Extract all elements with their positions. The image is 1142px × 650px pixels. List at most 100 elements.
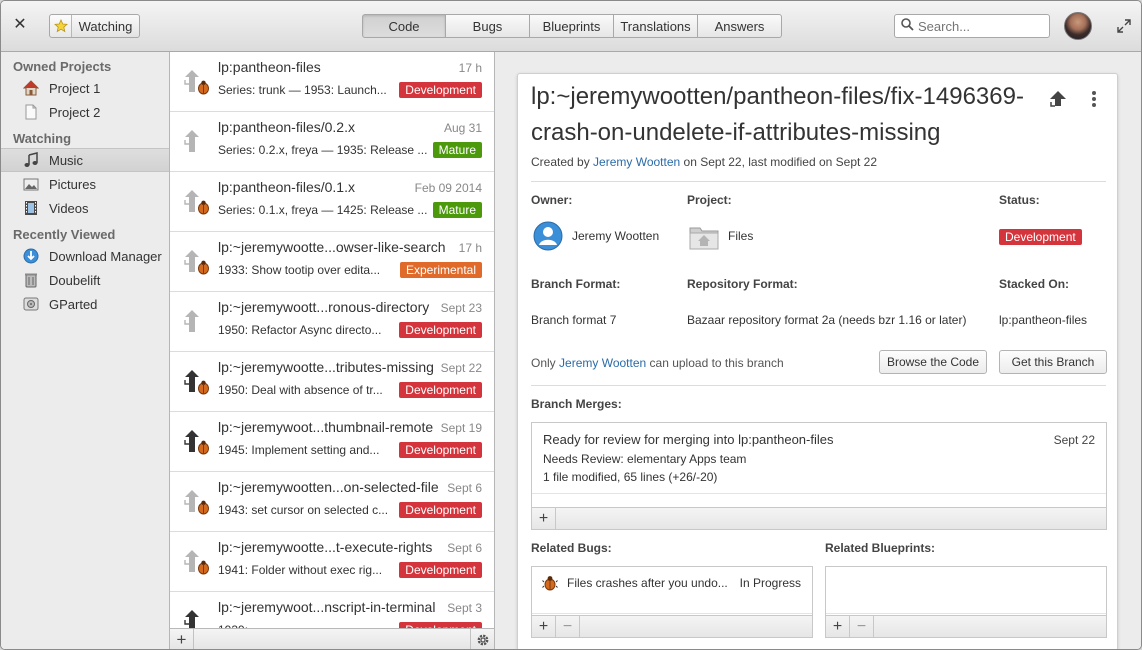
branch-row[interactable]: lp:pantheon-files 17 h Series: trunk — 195… [170,52,494,112]
add-bug-button[interactable]: + [532,616,556,637]
get-branch-button[interactable]: Get this Branch [999,350,1107,374]
sidebar-item-download-manager[interactable]: Download Manager [1,244,169,268]
user-icon [533,221,563,251]
branch-row[interactable]: lp:~jeremywootte...tributes-missing Sept … [170,352,494,412]
branch-summary: Series: 0.2.x, freya — 1935: Release ... [218,143,428,157]
search-field[interactable] [894,14,1050,38]
branch-icon [182,68,212,98]
bug-status: In Progress [739,576,801,590]
mode-switcher: Code Bugs Blueprints Translations Answer… [362,14,782,38]
add-blueprint-button[interactable]: + [826,616,850,637]
branch-summary: 1950: Deal with absence of tr... [218,383,383,397]
sidebar-item-label: GParted [49,296,98,312]
merge-stats: 1 file modified, 65 lines (+26/-20) [543,470,718,484]
header-bar: ✕ Watching Code Bugs Blueprints Translat… [1,1,1141,52]
created-dates: on Sept 22, last modified on Sept 22 [683,155,878,169]
music-icon [23,152,39,168]
branch-icon [182,488,212,518]
sidebar-item-project-1[interactable]: Project 1 [1,76,169,100]
branch-date: 17 h [458,61,482,75]
remove-blueprint-button[interactable]: − [850,616,874,637]
bug-title: Files crashes after you undo... [567,576,728,590]
related-blueprints-box: + − [825,566,1107,638]
branch-row[interactable]: lp:~jeremywootten...on-selected-file Sept… [170,472,494,532]
branch-row[interactable]: lp:~jeremywoott...ronous-directory Sept 2… [170,292,494,352]
sidebar-item-label: Project 1 [49,80,101,96]
user-avatar[interactable] [1064,12,1092,40]
stacked-on-link[interactable]: lp:pantheon-files [999,313,1087,327]
branch-status-badge: Development [399,442,482,458]
branch-detail-card: lp:~jeremywootten/pantheon-files/fix-149… [517,73,1118,649]
branch-name: lp:pantheon-files/0.1.x [218,179,355,195]
branch-status-badge: Development [399,382,482,398]
branch-row[interactable]: lp:pantheon-files/0.2.x Aug 31 Series: 0.2… [170,112,494,172]
tab-answers[interactable]: Answers [698,14,782,38]
branch-date: Sept 22 [440,361,482,375]
divider [532,613,812,614]
branch-status-badge: Mature [432,202,482,218]
branch-row[interactable]: lp:~jeremywoot...thumbnail-remote Sept 19… [170,412,494,472]
branch-icon [182,128,212,158]
sidebar-item-pictures[interactable]: Pictures [1,172,169,196]
merge-proposal[interactable]: Ready for review for merging into lp:pan… [532,423,1106,493]
more-options-icon[interactable] [1088,88,1100,110]
remove-bug-button[interactable]: − [556,616,580,637]
close-button[interactable]: ✕ [13,16,27,34]
branch-name: lp:~jeremywootte...t-execute-rights [218,539,433,555]
watching-button[interactable]: Watching [49,14,140,38]
branch-icon [182,428,212,458]
branch-date: Sept 6 [447,541,482,555]
sidebar-item-gparted[interactable]: GParted [1,292,169,316]
tab-code[interactable]: Code [362,14,446,38]
branch-row[interactable]: lp:pantheon-files/0.1.x Feb 09 2014 Series… [170,172,494,232]
sidebar-item-label: Project 2 [49,104,101,120]
add-merge-button[interactable]: + [532,508,556,529]
blueprints-toolbar: + − [826,615,1106,637]
repository-format-label: Repository Format: [687,277,798,291]
upload-icon[interactable] [1047,88,1069,110]
branch-date: Sept 19 [440,421,482,435]
app-window: ✕ Watching Code Bugs Blueprints Translat… [0,0,1142,650]
branch-summary: 1941: Folder without exec rig... [218,563,383,577]
branch-date: Sept 3 [447,601,482,615]
bugs-toolbar: + − [532,615,812,637]
upload-user-link[interactable]: Jeremy Wootten [559,356,646,370]
sidebar-item-music[interactable]: Music [1,148,169,172]
repository-format-value: Bazaar repository format 2a (needs bzr 1… [687,313,967,327]
add-branch-button[interactable]: + [170,629,194,649]
home-icon [23,80,39,96]
branch-date: Feb 09 2014 [414,181,482,195]
gear-icon[interactable] [470,629,494,649]
related-blueprints-label: Related Blueprints: [825,541,936,555]
branch-status-badge: Experimental [399,262,482,278]
browse-code-button[interactable]: Browse the Code [879,350,987,374]
creator-link[interactable]: Jeremy Wootten [593,155,680,169]
tab-bugs[interactable]: Bugs [446,14,530,38]
disk-icon [23,296,39,312]
merges-toolbar: + [532,507,1106,529]
owner-link[interactable]: Jeremy Wootten [572,229,659,243]
branch-date: Aug 31 [443,121,482,135]
sidebar: Owned Projects Project 1 Project 2 Watch… [1,52,170,649]
project-link[interactable]: Files [728,229,753,243]
branch-summary: 1943: set cursor on selected c... [218,503,389,517]
tab-translations[interactable]: Translations [614,14,698,38]
sidebar-item-label: Doubelift [49,272,101,288]
branch-name: lp:~jeremywootte...tributes-missing [218,359,434,375]
branch-name: lp:~jeremywoot...thumbnail-remote [218,419,434,435]
related-bug-row[interactable]: Files crashes after you undo... In Progr… [532,567,812,601]
branch-date: Sept 6 [447,481,482,495]
sidebar-item-videos[interactable]: Videos [1,196,169,220]
search-input[interactable] [918,18,1038,34]
branch-row[interactable]: lp:~jeremywootte...owser-like-search 17 h… [170,232,494,292]
branch-row[interactable]: lp:~jeremywootte...t-execute-rights Sept … [170,532,494,592]
fullscreen-icon[interactable] [1116,18,1132,34]
tab-blueprints[interactable]: Blueprints [530,14,614,38]
branch-list: lp:pantheon-files 17 h Series: trunk — 195… [170,52,495,649]
status-badge: Development [999,229,1082,245]
sidebar-item-doubelift[interactable]: Doubelift [1,268,169,292]
upload-prefix: Only [531,356,556,370]
branch-icon [182,188,212,218]
sidebar-heading-owned: Owned Projects [13,59,112,74]
sidebar-item-project-2[interactable]: Project 2 [1,100,169,124]
